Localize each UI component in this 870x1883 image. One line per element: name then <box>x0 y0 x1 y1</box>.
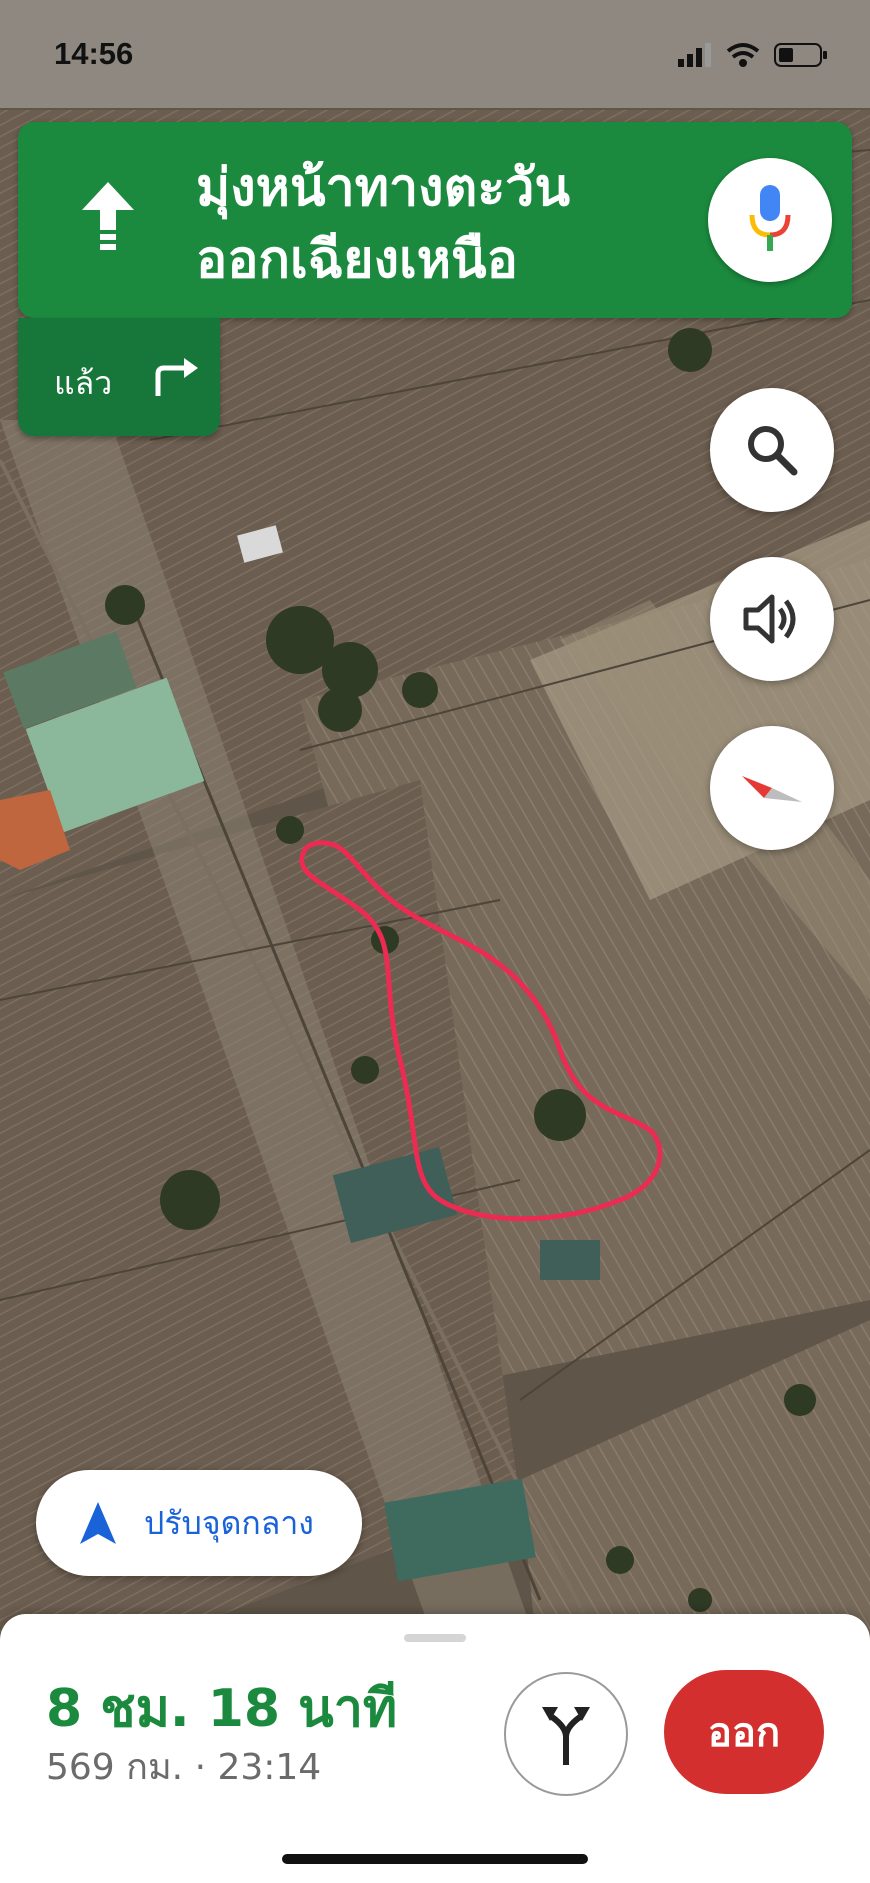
trip-duration: 8 ชม. 18 นาที <box>46 1679 398 1739</box>
status-bar: 14:56 <box>0 0 870 108</box>
maneuver-instruction: มุ่งหน้าทางตะวัน ออกเฉียงเหนือ <box>196 158 571 290</box>
drag-handle[interactable] <box>404 1634 466 1642</box>
status-time: 14:56 <box>54 36 134 71</box>
next-maneuver[interactable]: แล้ว <box>18 318 220 436</box>
voice-search-button[interactable] <box>708 158 832 282</box>
recenter-label: ปรับจุดกลาง <box>144 1503 314 1542</box>
speaker-icon <box>743 594 796 644</box>
sound-button[interactable] <box>710 557 834 681</box>
alternate-routes-icon <box>542 1707 590 1765</box>
navigation-banner[interactable]: มุ่งหน้าทางตะวัน ออกเฉียงเหนือ <box>18 122 852 318</box>
google-mic-icon <box>749 185 791 251</box>
then-label: แล้ว <box>54 364 113 402</box>
straight-arrow-icon <box>82 182 134 250</box>
wifi-icon <box>726 43 760 67</box>
trip-summary-sheet[interactable]: 8 ชม. 18 นาที 569 กม. · 23:14 ออก <box>0 1614 870 1883</box>
navigation-arrow-icon <box>80 1502 116 1544</box>
exit-label: ออก <box>707 1710 781 1756</box>
home-indicator[interactable] <box>282 1854 588 1864</box>
turn-right-icon <box>155 358 198 396</box>
alternate-routes-button[interactable] <box>504 1672 628 1796</box>
search-button[interactable] <box>710 388 834 512</box>
trip-details: 569 กม. · 23:14 <box>46 1747 322 1788</box>
recenter-button[interactable]: ปรับจุดกลาง <box>36 1470 362 1576</box>
signal-icon <box>678 43 711 67</box>
status-icons <box>678 40 828 70</box>
search-icon <box>748 426 798 476</box>
compass-button[interactable] <box>710 726 834 850</box>
compass-icon <box>742 776 802 802</box>
exit-navigation-button[interactable]: ออก <box>664 1670 824 1794</box>
battery-icon <box>774 43 827 67</box>
